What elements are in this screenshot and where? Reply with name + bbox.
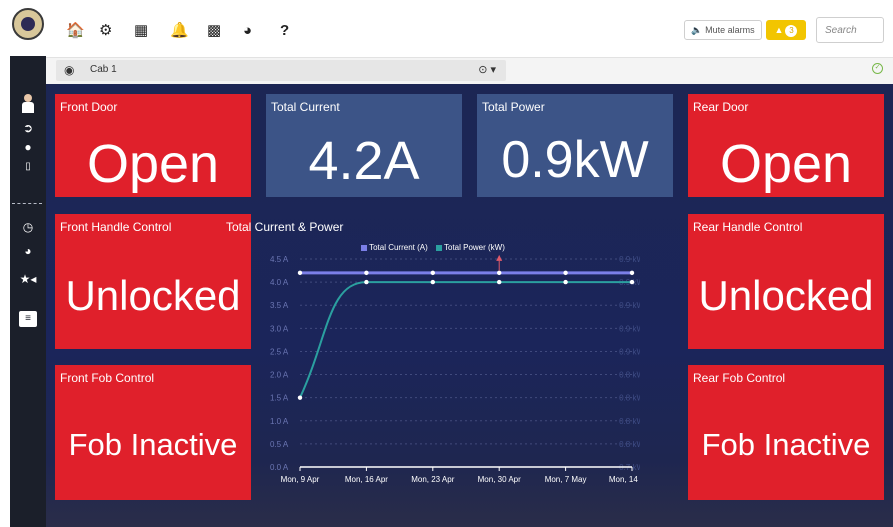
notifications-bell-icon[interactable]: 🔔 <box>170 22 189 40</box>
y-tick-label: 0.0 A <box>270 463 289 472</box>
y2-tick-label: 0.9 kW <box>619 324 640 333</box>
home-icon[interactable]: 🏠 <box>66 22 85 40</box>
tile-value: 4.2A <box>308 131 420 191</box>
y-tick-label: 2.0 A <box>270 371 289 380</box>
data-point-current[interactable] <box>430 270 435 276</box>
y2-tick-label: 0.8 kW <box>619 417 640 426</box>
tile-value: Unlocked <box>698 272 874 319</box>
annotation-marker-icon[interactable] <box>496 254 503 261</box>
series-line-power <box>299 281 632 399</box>
tile-title: Rear Fob Control <box>693 371 786 385</box>
clock-icon[interactable]: ◷ <box>10 220 46 234</box>
data-point-current[interactable] <box>497 270 502 276</box>
alarm-count-button[interactable]: ▲ 3 <box>766 20 806 40</box>
tile-title: Rear Handle Control <box>693 220 803 234</box>
data-point-power[interactable] <box>297 395 303 400</box>
brand-logo-icon[interactable] <box>12 8 44 40</box>
mute-alarms-label: 🔈 Mute alarms <box>691 25 755 35</box>
data-point-current[interactable] <box>629 270 635 276</box>
x-tick-label: Mon, 16 Apr <box>345 475 388 484</box>
left-sidebar: ➲ ● ▯ ◷ ◕ ★◂ ≡ <box>10 0 46 527</box>
alarm-count-badge: 3 <box>785 25 798 37</box>
tile-rear-door[interactable]: Rear Door Open <box>688 94 884 197</box>
x-tick-label: Mon, 7 May <box>545 475 587 484</box>
chart-plot: 0.0 A0.7 kW0.5 A0.8 kW1.0 A0.8 kW1.5 A0.… <box>270 254 640 484</box>
x-tick-label: Mon, 30 Apr <box>478 475 521 484</box>
tile-title: Front Handle Control <box>60 220 172 234</box>
data-point-power[interactable] <box>430 279 435 285</box>
data-point-current[interactable] <box>297 270 303 276</box>
tile-value: Open <box>86 134 220 194</box>
y-tick-label: 1.5 A <box>270 394 289 403</box>
tile-total-current[interactable]: Total Current 4.2A <box>266 94 462 197</box>
y2-tick-label: 0.8 kW <box>619 371 640 380</box>
table-icon[interactable]: ▦ <box>134 22 148 40</box>
tile-rear-handle-control[interactable]: Rear Handle Control Unlocked <box>688 214 884 349</box>
x-tick-label: Mon, 23 Apr <box>411 475 454 484</box>
tile-front-door[interactable]: Front Door Open <box>55 94 251 197</box>
y2-tick-label: 0.9 kW <box>619 255 640 264</box>
tile-value: Open <box>719 134 853 194</box>
tile-title: Front Fob Control <box>60 371 155 385</box>
y2-tick-label: 0.8 kW <box>619 394 640 403</box>
y2-tick-label: 0.9 kW <box>619 301 640 310</box>
user-profile-icon[interactable]: ● <box>10 140 46 154</box>
app-root: ➲ ● ▯ ◷ ◕ ★◂ ≡ 🏠 ⚙ ▦ 🔔 ▩ ◕ ? 🔈 Mute alar… <box>0 0 893 527</box>
help-icon[interactable]: ? <box>280 22 289 40</box>
y2-tick-label: 0.8 kW <box>619 440 640 449</box>
tile-rear-fob-control[interactable]: Rear Fob Control Fob Inactive <box>688 365 884 500</box>
cabinet-bar: ◉ Cab 1 ⊙ ▾ ✓ <box>46 58 893 84</box>
dashboard-icon[interactable]: ◕ <box>10 244 46 258</box>
y-tick-label: 3.0 A <box>270 324 289 333</box>
data-point-power[interactable] <box>629 279 635 285</box>
gauge-icon[interactable]: ◕ <box>243 22 252 40</box>
tile-title: Total Power <box>482 100 545 114</box>
tile-title: Rear Door <box>693 100 749 114</box>
alarm-bell-icon: ▲ <box>774 25 784 35</box>
cabinet-menu-dropdown[interactable]: ⊙ ▾ <box>478 63 496 76</box>
logout-icon[interactable]: ➲ <box>10 121 46 135</box>
x-tick-label: Mon, 9 Apr <box>281 475 320 484</box>
current-power-chart: Total Current & Power Total Current (A) … <box>220 212 640 500</box>
sidebar-divider <box>12 203 42 204</box>
mobile-icon[interactable]: ▯ <box>10 160 46 174</box>
x-tick-label: Mon, 14 May <box>609 475 640 484</box>
y-tick-label: 4.5 A <box>270 255 289 264</box>
y-tick-label: 0.5 A <box>270 440 289 449</box>
tile-total-power[interactable]: Total Power 0.9kW <box>477 94 673 197</box>
y-tick-label: 3.5 A <box>270 301 289 310</box>
qr-code-icon[interactable]: ▩ <box>207 22 221 40</box>
data-point-power[interactable] <box>364 279 369 285</box>
cabinet-name: Cab 1 <box>90 64 117 75</box>
user-avatar[interactable] <box>22 94 34 114</box>
target-icon: ◉ <box>64 63 75 77</box>
data-point-power[interactable] <box>497 279 502 285</box>
search-input[interactable] <box>816 17 884 43</box>
tile-value: Fob Inactive <box>701 427 871 462</box>
data-point-current[interactable] <box>563 270 568 276</box>
tile-title: Total Current <box>271 100 340 114</box>
data-point-current[interactable] <box>364 270 369 276</box>
logo-area <box>10 0 46 56</box>
mute-alarms-button[interactable]: 🔈 Mute alarms <box>684 20 762 40</box>
status-ok-icon: ✓ <box>872 63 883 74</box>
favorites-star-icon[interactable]: ★◂ <box>10 272 46 286</box>
cabinet-selector[interactable]: ◉ Cab 1 ⊙ ▾ <box>56 60 506 81</box>
y-tick-label: 1.0 A <box>270 417 289 426</box>
tile-title: Front Door <box>60 100 118 114</box>
y-tick-label: 4.0 A <box>270 278 289 287</box>
tile-value: 0.9kW <box>501 131 649 189</box>
y-tick-label: 2.5 A <box>270 347 289 356</box>
menu-toggle-icon[interactable]: ≡ <box>19 311 37 327</box>
data-point-power[interactable] <box>563 279 568 285</box>
y2-tick-label: 0.9 kW <box>619 347 640 356</box>
settings-gear-icon[interactable]: ⚙ <box>99 22 112 40</box>
top-navbar: 🏠 ⚙ ▦ 🔔 ▩ ◕ ? 🔈 Mute alarms ▲ 3 <box>46 0 893 58</box>
